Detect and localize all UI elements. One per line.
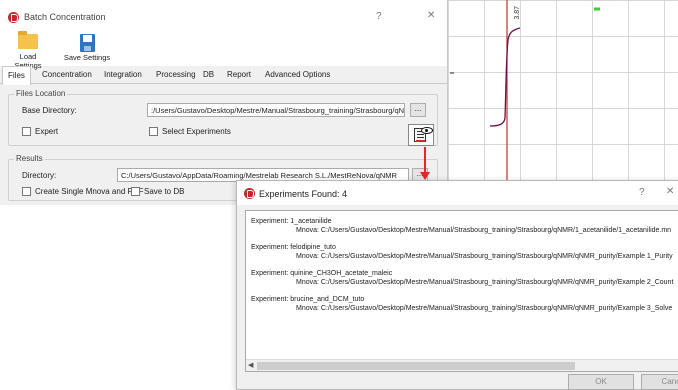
integral-curve <box>489 27 521 127</box>
preview-experiments-button[interactable] <box>408 124 434 146</box>
tab-advanced-options[interactable]: Advanced Options <box>265 70 330 79</box>
base-directory-browse-button[interactable]: ... <box>410 103 426 117</box>
experiments-found-dialog: Experiments Found: 4 ? ✕ Experiment: 1_a… <box>236 180 678 390</box>
list-item: Experiment: felodipine_tuto Mnova: C:/Us… <box>251 244 673 260</box>
tab-db[interactable]: DB <box>203 70 214 79</box>
experiment-name: Experiment: 1_acetanilide <box>251 218 332 225</box>
title-bar: Batch Concentration ? ✕ <box>0 0 447 34</box>
base-directory-input[interactable]: :/Users/Gustavo/Desktop/Mestre/Manual/St… <box>147 103 405 117</box>
close-button[interactable]: ✕ <box>427 10 435 21</box>
select-experiments-label: Select Experiments <box>162 127 231 136</box>
experiments-list[interactable]: Experiment: 1_acetanilide Mnova: C:/User… <box>245 210 678 372</box>
dialog-title: Batch Concentration <box>24 12 106 22</box>
files-location-group <box>8 94 438 146</box>
files-location-legend: Files Location <box>14 89 68 98</box>
red-bar-icon <box>416 140 425 142</box>
expert-label: Expert <box>35 127 59 136</box>
ok-button[interactable]: OK <box>568 374 634 390</box>
experiment-name: Experiment: quinine_CH3OH_acetate_maleic <box>251 270 393 277</box>
base-directory-label: Base Directory: <box>22 106 77 115</box>
expert-checkbox[interactable] <box>22 127 31 136</box>
create-single-mnova-checkbox[interactable] <box>22 187 31 196</box>
mnova-path: Mnova: C:/Users/Gustavo/Desktop/Mestre/M… <box>296 305 673 312</box>
floppy-disk-icon <box>79 34 95 52</box>
batch-concentration-dialog: Batch Concentration ? ✕ Load Settings Sa… <box>0 0 448 205</box>
directory-label: Directory: <box>22 171 57 180</box>
save-to-db-label: Save to DB <box>144 187 185 196</box>
dialog-title: Experiments Found: 4 <box>259 189 348 199</box>
scroll-left-icon[interactable]: ◀ <box>248 361 253 369</box>
create-single-mnova-label: Create Single Mnova and PDF <box>35 187 144 196</box>
eye-icon <box>421 127 433 134</box>
close-button[interactable]: ✕ <box>666 186 674 197</box>
save-settings-label: Save Settings <box>63 53 111 62</box>
toolbar: Load Settings Save Settings <box>0 31 447 70</box>
mnova-path: Mnova: C:/Users/Gustavo/Desktop/Mestre/M… <box>296 227 672 234</box>
save-settings-button[interactable]: Save Settings <box>56 34 118 62</box>
help-button[interactable]: ? <box>376 11 382 22</box>
experiment-name: Experiment: felodipine_tuto <box>251 244 336 251</box>
mnova-path: Mnova: C:/Users/Gustavo/Desktop/Mestre/M… <box>296 253 673 260</box>
mnova-logo-icon <box>244 188 255 199</box>
scrollbar-thumb[interactable] <box>257 362 575 370</box>
list-item: Experiment: brucine_and_DCM_tuto Mnova: … <box>251 296 672 312</box>
experiment-name: Experiment: brucine_and_DCM_tuto <box>251 296 365 303</box>
tab-files[interactable]: Files <box>2 66 31 85</box>
horizontal-scrollbar[interactable]: ◀ ▶ <box>246 359 678 371</box>
mnova-logo-icon <box>8 12 19 23</box>
peak-label: 3.87 <box>514 6 521 20</box>
results-legend: Results <box>14 154 45 163</box>
tab-integration[interactable]: Integration <box>104 70 142 79</box>
cancel-button[interactable]: Cancel <box>641 374 678 390</box>
tab-concentration[interactable]: Concentration <box>42 70 92 79</box>
annotation-arrowhead <box>420 172 430 180</box>
folder-icon <box>18 31 38 49</box>
mnova-path: Mnova: C:/Users/Gustavo/Desktop/Mestre/M… <box>296 279 674 286</box>
select-experiments-checkbox[interactable] <box>149 127 158 136</box>
title-bar: Experiments Found: 4 ? ✕ <box>237 181 678 205</box>
list-item: Experiment: 1_acetanilide Mnova: C:/User… <box>251 218 671 234</box>
load-settings-button[interactable]: Load Settings <box>6 31 50 70</box>
annotation-arrow <box>424 147 426 174</box>
help-button[interactable]: ? <box>639 187 645 198</box>
tab-bar: Files Concentration Integration Processi… <box>0 66 448 85</box>
list-item: Experiment: quinine_CH3OH_acetate_maleic… <box>251 270 673 286</box>
save-to-db-checkbox[interactable] <box>131 187 140 196</box>
tab-processing[interactable]: Processing <box>156 70 196 79</box>
tab-report[interactable]: Report <box>227 70 251 79</box>
